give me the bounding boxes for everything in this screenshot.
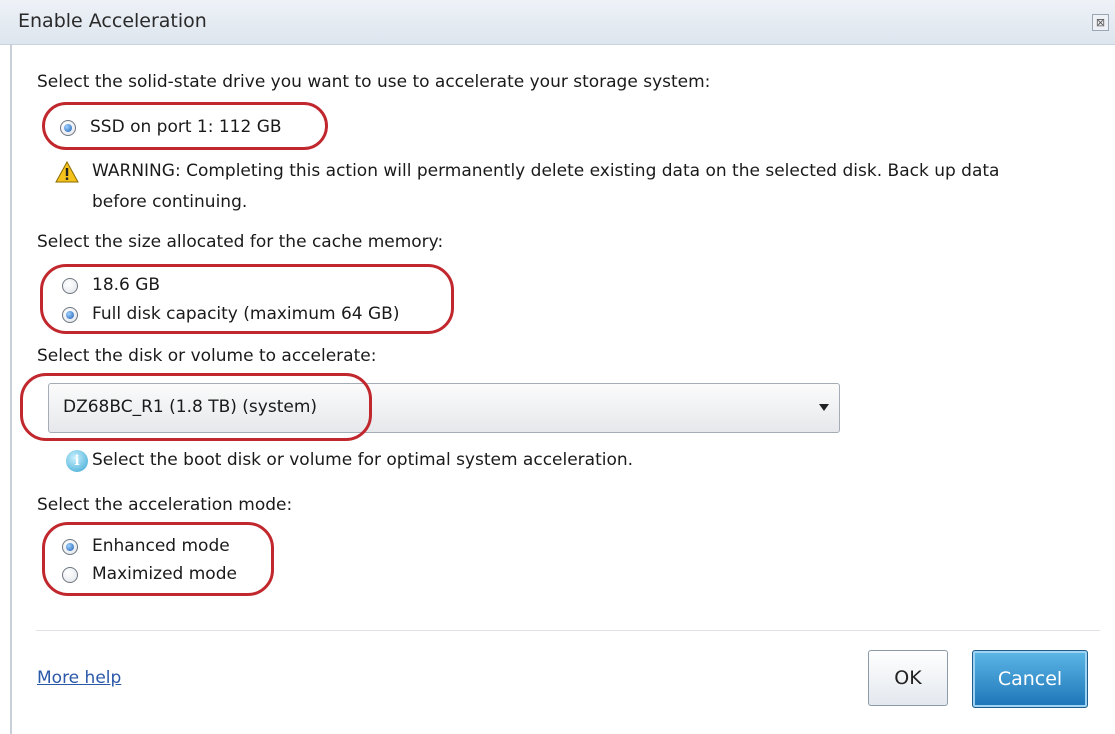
dialog-title: Enable Acceleration (18, 10, 207, 32)
cancel-button[interactable]: Cancel (972, 650, 1088, 708)
ssd-radio[interactable] (60, 120, 76, 136)
mode-radio-maximized[interactable] (62, 567, 78, 583)
cache-option-full[interactable]: Full disk capacity (maximum 64 GB) (92, 304, 399, 324)
volume-dropdown-value: DZ68BC_R1 (1.8 TB) (system) (63, 397, 318, 417)
volume-info-text: Select the boot disk or volume for optim… (92, 450, 634, 470)
more-help-link[interactable]: More help (37, 668, 121, 688)
cache-option-18gb[interactable]: 18.6 GB (92, 275, 160, 295)
footer-separator (36, 630, 1100, 631)
chevron-down-icon[interactable] (819, 404, 829, 411)
ssd-prompt: Select the solid-state drive you want to… (37, 72, 711, 92)
cache-radio-18gb[interactable] (62, 278, 78, 294)
warning-triangle-icon (55, 161, 79, 183)
warning-text-line2: before continuing. (92, 192, 248, 212)
ssd-option-label[interactable]: SSD on port 1: 112 GB (90, 117, 282, 137)
warning-text-line1: WARNING: Completing this action will per… (92, 161, 1000, 181)
volume-dropdown[interactable]: DZ68BC_R1 (1.8 TB) (system) (48, 383, 840, 433)
mode-option-maximized[interactable]: Maximized mode (92, 564, 237, 584)
highlight-oval-mode (42, 522, 274, 596)
cache-radio-full[interactable] (62, 307, 78, 323)
mode-option-enhanced[interactable]: Enhanced mode (92, 536, 230, 556)
ok-button[interactable]: OK (868, 650, 948, 706)
volume-prompt: Select the disk or volume to accelerate: (37, 346, 377, 366)
window-border (10, 44, 12, 734)
info-icon: i (66, 450, 88, 472)
close-button[interactable]: ⊠ (1092, 14, 1109, 31)
cache-prompt: Select the size allocated for the cache … (37, 232, 444, 252)
mode-radio-enhanced[interactable] (62, 539, 78, 555)
mode-prompt: Select the acceleration mode: (37, 495, 293, 515)
title-bar: Enable Acceleration ⊠ (0, 0, 1115, 45)
